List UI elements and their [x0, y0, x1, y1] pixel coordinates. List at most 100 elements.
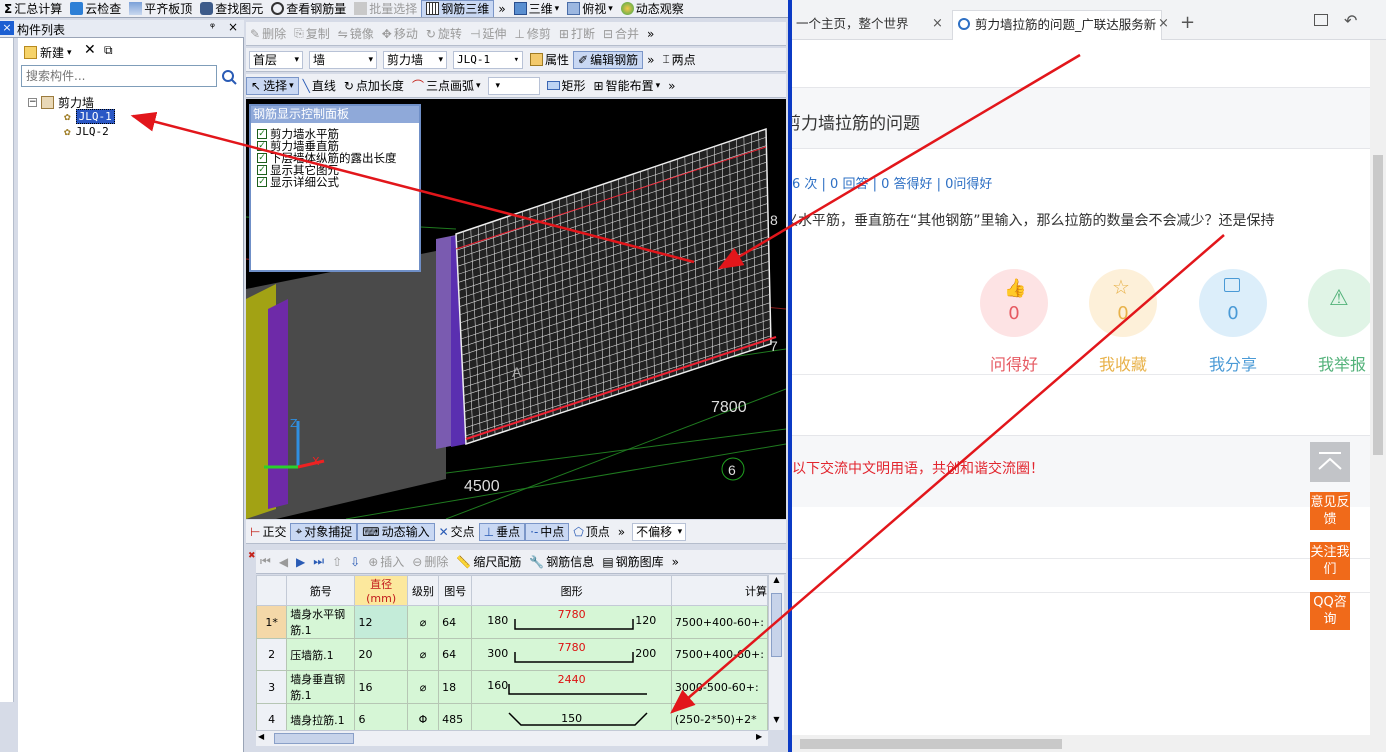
- diameter-cell[interactable]: 16: [354, 670, 408, 704]
- line-button[interactable]: ╲ 直线: [299, 77, 340, 95]
- cloud-check-button[interactable]: 云检查: [66, 0, 125, 17]
- bar-name-cell[interactable]: 压墙筋.1: [286, 638, 356, 671]
- last-record-icon[interactable]: ⏭: [309, 553, 328, 571]
- calc-cell[interactable]: 7500+400-60+:: [670, 605, 768, 639]
- two-points-button[interactable]: ⌶ 两点: [658, 51, 699, 69]
- search-component-input[interactable]: [21, 65, 217, 87]
- ortho-button[interactable]: ⊢ 正交: [246, 523, 290, 541]
- intersection-button[interactable]: ✕ 交点: [435, 523, 479, 541]
- batch-select-button[interactable]: 批量选择: [350, 0, 421, 17]
- rebar-info-button[interactable]: 🔧 钢筋信息: [525, 553, 598, 571]
- like-question-action[interactable]: 👍 0 问得好: [980, 269, 1048, 375]
- rotate-button[interactable]: ↻ 旋转: [422, 25, 466, 43]
- figure-no-cell[interactable]: 64: [438, 605, 473, 639]
- shape-cell[interactable]: 150: [471, 703, 672, 730]
- table-vertical-scrollbar[interactable]: ▲ ▼: [768, 575, 784, 730]
- find-element-button[interactable]: 查找图元: [196, 0, 267, 17]
- col-header-diameter[interactable]: 直径(mm): [354, 575, 408, 606]
- rebar-library-button[interactable]: ▤ 钢筋图库: [598, 553, 667, 571]
- category-select[interactable]: 墙: [309, 50, 377, 69]
- scroll-thumb[interactable]: [274, 733, 354, 744]
- delete-row-button[interactable]: ⊖ 删除: [408, 553, 452, 571]
- edit-rebar-button[interactable]: ✐ 编辑钢筋: [573, 50, 644, 69]
- back-to-top-button[interactable]: [1310, 442, 1350, 482]
- scroll-thumb[interactable]: [771, 593, 782, 657]
- new-component-button[interactable]: 新建 ▾: [24, 44, 72, 61]
- top-view-dropdown[interactable]: 俯视 ▾: [563, 0, 617, 17]
- row-index[interactable]: 4: [256, 703, 288, 730]
- qq-consult-button[interactable]: QQ咨询: [1310, 592, 1350, 630]
- feedback-button[interactable]: 意见反馈: [1310, 492, 1350, 530]
- calc-cell[interactable]: 7500+400-60+:: [670, 638, 768, 671]
- delete-icon[interactable]: ✕: [84, 42, 96, 58]
- grade-cell[interactable]: ⌀: [406, 605, 440, 639]
- checkbox-checked-icon[interactable]: ✓: [257, 141, 267, 151]
- offset-select[interactable]: 不偏移: [632, 522, 687, 541]
- browser-tab-1[interactable]: 一个主页，整个世界: [792, 10, 942, 40]
- shape-cell[interactable]: 160 2440: [471, 670, 672, 704]
- row-index[interactable]: 2: [256, 638, 288, 671]
- three-point-arc-button[interactable]: ⌒ 三点画弧 ▾: [408, 77, 485, 95]
- tree-item-jlq-2[interactable]: ✿ JLQ-2: [64, 125, 109, 138]
- shape-cell[interactable]: 300 7780 200: [471, 638, 672, 671]
- toolbar-overflow-icon[interactable]: »: [664, 77, 679, 95]
- scale-rebar-button[interactable]: 📏 缩尺配筋: [452, 553, 525, 571]
- toolbar-overflow-icon[interactable]: »: [494, 0, 509, 17]
- object-snap-button[interactable]: ⌖ 对象捕捉: [290, 522, 358, 541]
- floor-select[interactable]: 首层: [249, 50, 303, 69]
- tab-close-icon[interactable]: ×: [932, 16, 943, 31]
- checkbox-checked-icon[interactable]: ✓: [257, 153, 267, 163]
- figure-no-cell[interactable]: 64: [438, 638, 473, 671]
- diameter-cell[interactable]: 12: [354, 605, 408, 639]
- option-show-formula[interactable]: ✓ 显示详细公式: [251, 176, 419, 188]
- scroll-left-icon[interactable]: ◀: [258, 732, 264, 741]
- break-button[interactable]: ⊞ 打断: [555, 25, 599, 43]
- dynamic-input-button[interactable]: ⌨ 动态输入: [357, 522, 435, 541]
- table-row[interactable]: 1* 墙身水平钢筋.1 12 ⌀ 64 180 7780 120 7500+400-60+:: [256, 605, 768, 639]
- checkbox-checked-icon[interactable]: ✓: [257, 165, 267, 175]
- copy-button[interactable]: ⎘ 复制: [290, 25, 334, 43]
- first-record-icon[interactable]: ⏮: [256, 553, 275, 571]
- midpoint-button[interactable]: ·- 中点: [525, 522, 570, 541]
- figure-no-cell[interactable]: 18: [438, 670, 473, 704]
- checkbox-checked-icon[interactable]: ✓: [257, 129, 267, 139]
- arc-option-select[interactable]: [487, 76, 540, 95]
- rectangle-button[interactable]: 矩形: [543, 77, 590, 95]
- toolbar-overflow-icon[interactable]: »: [614, 523, 629, 541]
- col-header-figure-no[interactable]: 图号: [438, 575, 473, 606]
- favorite-action[interactable]: ☆ 0 我收藏: [1089, 269, 1157, 375]
- collapse-icon[interactable]: −: [28, 98, 37, 107]
- next-record-icon[interactable]: ▶: [292, 553, 309, 571]
- orbit-button[interactable]: 动态观察: [617, 0, 688, 17]
- table-row[interactable]: 2 压墙筋.1 20 ⌀ 64 300 7780 200 7500+400-60+:: [256, 638, 768, 671]
- move-up-icon[interactable]: ⇧: [328, 553, 346, 571]
- toolbar-overflow-icon[interactable]: »: [668, 553, 683, 571]
- scroll-thumb[interactable]: [1373, 155, 1383, 455]
- point-length-button[interactable]: ↻ 点加长度: [340, 77, 408, 95]
- calc-cell[interactable]: 3000-500-60+:: [670, 670, 768, 704]
- browser-tab-2[interactable]: 剪力墙拉筋的问题_广联达服务新: [952, 10, 1162, 40]
- row-index[interactable]: 1*: [256, 605, 288, 639]
- question-stats[interactable]: 6 次 | 0 回答 | 0 答得好 | 0问得好: [792, 173, 992, 192]
- rebar-3d-button[interactable]: 钢筋三维: [421, 0, 495, 17]
- grade-cell[interactable]: ⌀: [406, 638, 440, 671]
- tree-item-jlq-1[interactable]: ✿ JLQ-1: [64, 109, 115, 124]
- restore-window-icon[interactable]: [1314, 14, 1328, 26]
- scroll-right-icon[interactable]: ▶: [756, 732, 762, 741]
- flat-slab-top-button[interactable]: 平齐板顶: [125, 0, 196, 17]
- bar-name-cell[interactable]: 墙身垂直钢筋.1: [286, 670, 356, 704]
- calc-cell[interactable]: (250-2*50)+2*: [670, 703, 768, 730]
- row-index[interactable]: 3: [256, 670, 288, 704]
- smart-layout-button[interactable]: ⊞ 智能布置 ▾: [590, 77, 665, 95]
- view-rebar-qty-button[interactable]: 查看钢筋量: [267, 0, 350, 17]
- share-action[interactable]: 0 我分享: [1199, 269, 1267, 375]
- insert-row-button[interactable]: ⊕ 插入: [364, 553, 408, 571]
- prev-record-icon[interactable]: ◀: [275, 553, 292, 571]
- pin-icon[interactable]: ᵠ: [210, 20, 215, 34]
- table-horizontal-scrollbar[interactable]: ◀ ▶: [256, 730, 768, 746]
- vertex-button[interactable]: ⬠ 顶点: [569, 523, 613, 541]
- grade-cell[interactable]: Φ: [406, 703, 440, 730]
- report-action[interactable]: ⚠ 我举报: [1308, 269, 1370, 375]
- bar-name-cell[interactable]: 墙身水平钢筋.1: [286, 605, 356, 639]
- mirror-button[interactable]: ⇋ 镜像: [334, 25, 378, 43]
